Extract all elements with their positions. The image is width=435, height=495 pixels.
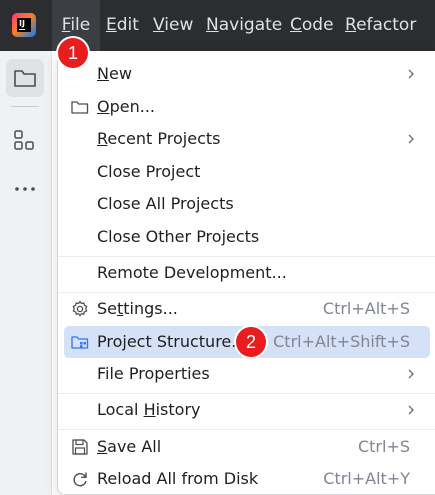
- menu-code[interactable]: Code: [290, 0, 334, 51]
- menu-item-settings[interactable]: Settings... Ctrl+Alt+S: [64, 293, 430, 325]
- project-tool-button[interactable]: [6, 59, 44, 97]
- tool-window-strip: [0, 51, 52, 495]
- menu-item-file-properties[interactable]: File Properties: [64, 358, 430, 390]
- shortcut-label: Ctrl+S: [357, 437, 410, 456]
- folder-icon: [71, 101, 89, 114]
- refresh-icon: [73, 472, 87, 487]
- menu-item-close-other-projects[interactable]: Close Other Projects: [64, 221, 430, 253]
- menu-view[interactable]: View: [153, 0, 193, 51]
- toolstrip-divider: [11, 106, 39, 107]
- menu-item-reload-all-from-disk[interactable]: Reload All from Disk Ctrl+Alt+Y: [64, 463, 430, 495]
- menu-navigate[interactable]: Navigate: [206, 0, 282, 51]
- step-badge-1: 1: [58, 38, 88, 68]
- menu-item-open[interactable]: Open...: [64, 91, 430, 123]
- shortcut-label: Ctrl+Alt+Y: [323, 469, 410, 488]
- menu-item-remote-development[interactable]: Remote Development...: [64, 257, 430, 289]
- menu-item-recent-projects[interactable]: Recent Projects: [64, 123, 430, 155]
- folder-icon: [14, 70, 36, 87]
- chevron-right-icon: [408, 134, 414, 144]
- menu-item-save-all[interactable]: Save All Ctrl+S: [64, 431, 430, 463]
- menu-edit[interactable]: Edit: [106, 0, 139, 51]
- menu-item-close-all-projects[interactable]: Close All Projects: [64, 188, 430, 220]
- more-tools-button[interactable]: [6, 170, 44, 208]
- menu-item-local-history[interactable]: Local History: [64, 394, 430, 426]
- shortcut-label: Ctrl+Alt+S: [322, 299, 410, 318]
- menu-item-new[interactable]: New: [64, 58, 430, 90]
- structure-icon: [14, 130, 34, 150]
- file-menu-dropdown: New Open... Recent Projects Close Projec…: [57, 51, 435, 495]
- chevron-right-icon: [408, 69, 414, 79]
- chevron-right-icon: [408, 369, 414, 379]
- menu-separator: [58, 429, 435, 430]
- structure-tool-button[interactable]: [6, 121, 44, 159]
- intellij-logo-icon: IJ: [12, 13, 36, 37]
- menu-item-close-project[interactable]: Close Project: [64, 156, 430, 188]
- menu-refactor[interactable]: Refactor: [345, 0, 416, 51]
- more-dots-icon: [15, 187, 35, 191]
- step-badge-2: 2: [236, 327, 266, 357]
- chevron-right-icon: [408, 405, 414, 415]
- gear-icon: [72, 300, 88, 317]
- save-icon: [72, 439, 88, 455]
- project-structure-icon: [71, 336, 89, 349]
- shortcut-label: Ctrl+Alt+Shift+S: [273, 332, 410, 351]
